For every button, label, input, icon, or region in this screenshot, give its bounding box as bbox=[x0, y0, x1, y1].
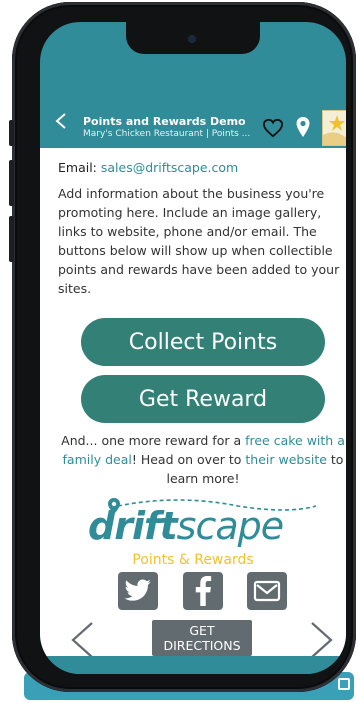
email-button[interactable] bbox=[247, 572, 287, 610]
location-pin-icon[interactable] bbox=[295, 116, 311, 138]
phone-frame: Points and Rewards Demo Mary's Chicken R… bbox=[9, 2, 356, 692]
more-text-2: ! Head on over to bbox=[131, 452, 246, 467]
driftscape-logo: driftscape bbox=[88, 496, 328, 552]
heart-icon[interactable] bbox=[262, 118, 284, 138]
volume-up-button bbox=[9, 160, 14, 206]
get-directions-button[interactable]: GET DIRECTIONS bbox=[152, 620, 252, 656]
phone-screen: Points and Rewards Demo Mary's Chicken R… bbox=[40, 22, 346, 674]
volume-down-button bbox=[9, 216, 14, 262]
header-subtitle: Mary's Chicken Restaurant | Points ... bbox=[83, 129, 251, 139]
twitter-button[interactable] bbox=[118, 572, 158, 610]
previous-arrow-icon[interactable] bbox=[68, 620, 98, 660]
website-link[interactable]: their website bbox=[245, 452, 327, 467]
email-link[interactable]: sales@driftscape.com bbox=[101, 160, 238, 175]
header-title: Points and Rewards Demo bbox=[83, 115, 246, 128]
bottom-bar bbox=[40, 656, 346, 674]
facebook-button[interactable] bbox=[183, 572, 223, 610]
collect-points-button[interactable]: Collect Points bbox=[81, 318, 325, 366]
logo-wordmark: driftscape bbox=[88, 504, 284, 548]
camera-icon bbox=[188, 35, 196, 43]
back-arrow-icon[interactable] bbox=[54, 112, 68, 130]
notch bbox=[126, 22, 260, 54]
mute-switch bbox=[9, 120, 14, 146]
content-area: Email: sales@driftscape.com Add informat… bbox=[40, 148, 346, 658]
logo-word-scape: scape bbox=[176, 504, 284, 548]
directions-line-1: GET bbox=[189, 623, 215, 638]
business-description: Add information about the business you'r… bbox=[58, 186, 340, 296]
more-reward-text: And... one more reward for a free cake w… bbox=[58, 431, 346, 488]
more-text-1: And... one more reward for a bbox=[61, 433, 246, 448]
business-thumbnail[interactable] bbox=[322, 110, 346, 146]
email-line: Email: sales@driftscape.com bbox=[58, 160, 238, 175]
directions-line-2: DIRECTIONS bbox=[163, 638, 241, 653]
logo-tagline: Points & Rewards bbox=[132, 552, 254, 568]
square-icon bbox=[338, 678, 350, 690]
facebook-icon bbox=[195, 576, 212, 606]
email-label: Email: bbox=[58, 160, 101, 175]
mail-icon bbox=[253, 580, 281, 602]
get-reward-button[interactable]: Get Reward bbox=[81, 375, 325, 423]
logo-word-drift: drift bbox=[88, 504, 178, 548]
twitter-icon bbox=[124, 579, 151, 601]
next-arrow-icon[interactable] bbox=[306, 620, 336, 660]
stars-icon bbox=[323, 115, 346, 145]
app-header: Points and Rewards Demo Mary's Chicken R… bbox=[40, 94, 346, 148]
